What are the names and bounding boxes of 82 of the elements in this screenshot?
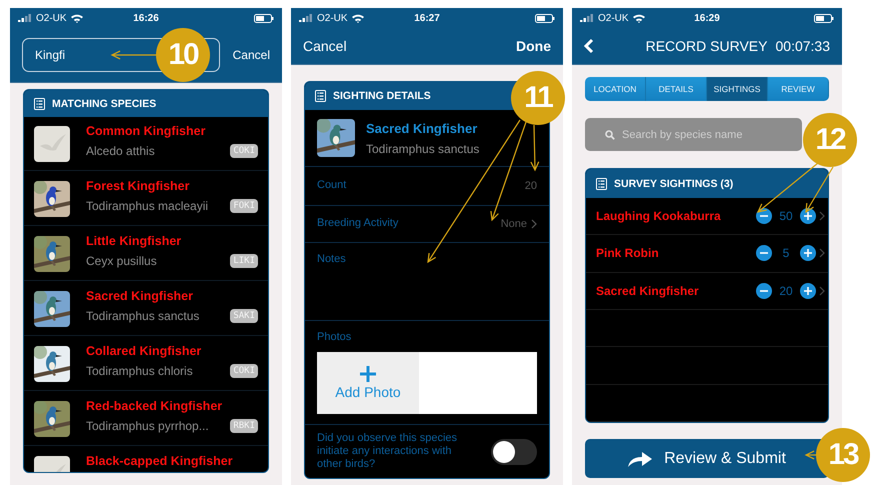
card-title: SURVEY SIGHTINGS (3) <box>614 178 734 190</box>
scientific-name: Todiramphus pyrrhop... <box>86 419 209 433</box>
wifi-icon <box>352 14 364 22</box>
signal-icon <box>580 14 594 22</box>
plus-button[interactable] <box>800 208 816 224</box>
species-name: Collared Kingfisher <box>86 344 202 358</box>
tab[interactable]: REVIEW <box>768 77 829 101</box>
card-title: SIGHTING DETAILS <box>333 90 431 102</box>
minus-button[interactable] <box>756 282 772 299</box>
list-icon <box>34 98 45 110</box>
species-name: Pink Robin <box>596 246 660 260</box>
species-name: Sacred Kingfisher <box>86 289 194 303</box>
minus-button[interactable] <box>756 208 772 224</box>
field-label: Count <box>317 179 346 193</box>
toggle-switch[interactable] <box>491 438 537 465</box>
field-label: Photos <box>317 331 352 344</box>
species-name: Common Kingfisher <box>86 124 206 138</box>
list-icon <box>315 90 326 102</box>
chevron-icon <box>819 211 825 222</box>
cancel-button[interactable]: Cancel <box>303 38 347 54</box>
search-icon <box>605 130 615 140</box>
status-time: 16:27 <box>414 12 440 24</box>
field-value: 20 <box>524 180 537 192</box>
scientific-name: Todiramphus macleayii <box>86 199 208 213</box>
tab[interactable]: DETAILS <box>646 77 707 101</box>
cancel-button[interactable]: Cancel <box>232 48 270 62</box>
battery-icon <box>814 14 834 22</box>
callout-badge: 13 <box>816 428 870 482</box>
species-name: Black-capped Kingfisher <box>86 454 234 468</box>
field-label: Notes <box>317 253 347 266</box>
scientific-name: Todiramphus sanctus <box>86 309 200 323</box>
signal-icon <box>18 14 32 22</box>
species-name: Sacred Kingfisher <box>596 284 700 298</box>
plus-button[interactable] <box>800 245 816 262</box>
chevron-icon <box>819 286 825 296</box>
screen-title: RECORD SURVEY <box>646 38 768 54</box>
wifi-icon <box>70 14 83 22</box>
plus-button[interactable] <box>800 282 816 299</box>
survey-timer: 00:07:33 <box>776 38 830 54</box>
chevron-icon <box>819 248 825 258</box>
count-value: 5 <box>782 246 790 260</box>
wifi-icon <box>632 14 645 22</box>
count-value: 50 <box>778 209 794 224</box>
carrier-name: O2-UK <box>36 12 67 24</box>
battery-icon <box>535 14 555 22</box>
sighting-row[interactable]: Pink Robin 5 <box>586 235 828 273</box>
share-arrow-icon <box>628 450 652 466</box>
sighting-row[interactable]: Sacred Kingfisher 20 <box>586 272 828 310</box>
signal-icon <box>299 14 313 22</box>
annotation-arrow <box>804 450 816 460</box>
species-row[interactable]: Black-capped Kingfisher <box>24 446 268 472</box>
annotation-arrow <box>530 124 540 172</box>
status-time: 16:29 <box>694 12 720 24</box>
scientific-name: Todiramphus sanctus <box>366 142 480 156</box>
scientific-name: Ceyx pusillus <box>86 254 157 268</box>
carrier-name: O2-UK <box>317 12 348 24</box>
list-icon <box>596 178 607 190</box>
battery-icon <box>254 14 274 22</box>
tab[interactable]: LOCATION <box>585 77 646 101</box>
minus-button[interactable] <box>756 245 772 262</box>
review-submit-button[interactable]: Review & Submit <box>585 439 829 478</box>
tab[interactable]: SIGHTINGS <box>707 77 768 101</box>
card-title: MATCHING SPECIES <box>52 98 156 110</box>
question-text: Did you observe this species initiate any interactions with other birds? <box>317 432 458 472</box>
species-name: Red-backed Kingfisher <box>86 399 224 413</box>
bird-placeholder-icon <box>34 126 70 162</box>
chevron-icon <box>531 219 537 229</box>
sighting-row[interactable]: Laughing Kookaburra 50 <box>586 198 828 236</box>
count-value: 20 <box>778 284 794 298</box>
field-label: Breeding Activity <box>317 217 398 231</box>
done-button[interactable]: Done <box>516 38 551 54</box>
status-time: 16:26 <box>133 12 159 24</box>
species-name: Little Kingfisher <box>86 234 182 248</box>
species-name: Forest Kingfisher <box>86 179 190 193</box>
scientific-name: Todiramphus chloris <box>86 364 193 378</box>
back-icon[interactable] <box>584 38 594 54</box>
plus-icon <box>360 366 376 382</box>
scientific-name: Alcedo atthis <box>86 144 155 158</box>
annotation-arrow <box>110 50 157 60</box>
species-name: Laughing Kookaburra <box>596 209 722 224</box>
species-name: Sacred Kingfisher <box>366 120 478 136</box>
carrier-name: O2-UK <box>598 12 629 24</box>
